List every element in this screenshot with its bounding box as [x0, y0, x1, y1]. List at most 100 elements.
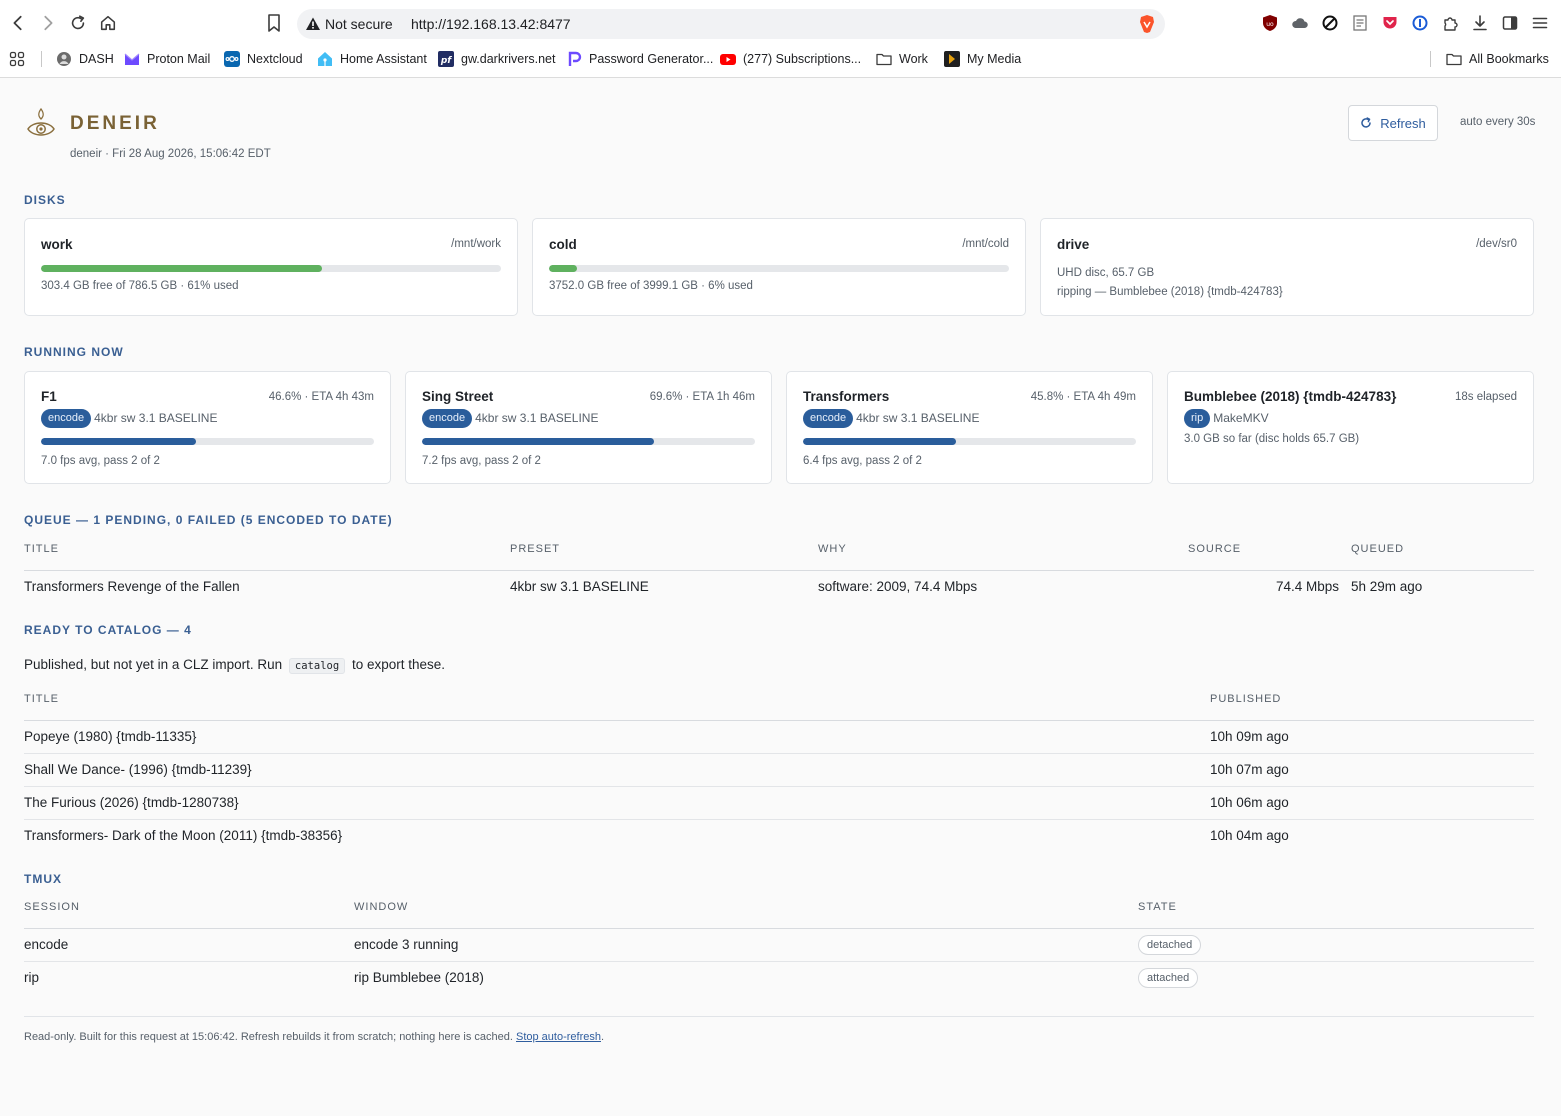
- job-progress-fill: [422, 438, 654, 445]
- table-header-row: SESSION WINDOW STATE: [24, 900, 1534, 929]
- bookmark-work-folder[interactable]: Work: [876, 50, 928, 68]
- disk-name: drive: [1057, 237, 1090, 252]
- catalog-published: 10h 07m ago: [1210, 753, 1534, 787]
- reader-extension-icon[interactable]: [1351, 14, 1369, 32]
- menu-hamburger-icon[interactable]: [1531, 14, 1549, 32]
- bookmark-proton-mail[interactable]: Proton Mail: [124, 50, 210, 68]
- job-type-badge: encode: [422, 408, 473, 428]
- table-row: Shall We Dance- (1996) {tmdb-11239} 10h …: [24, 753, 1534, 787]
- job-title: Transformers: [803, 389, 890, 404]
- tmux-window: rip Bumblebee (2018): [354, 970, 484, 986]
- table-header-row: TITLE PUBLISHED: [24, 692, 1534, 721]
- bookmark-gateway[interactable]: pf gw.darkrivers.net: [438, 50, 555, 68]
- disk-usage-bar: [41, 265, 501, 272]
- bookmark-youtube[interactable]: (277) Subscriptions...: [720, 50, 861, 68]
- catalog-published: 10h 09m ago: [1210, 720, 1534, 754]
- bookmark-dash[interactable]: DASH: [56, 50, 114, 68]
- warning-icon[interactable]: [305, 16, 321, 32]
- job-progress-bar: [803, 438, 1136, 445]
- catalog-title: The Furious (2026) {tmdb-1280738}: [24, 786, 1210, 820]
- all-bookmarks-button[interactable]: All Bookmarks: [1446, 50, 1549, 68]
- password-generator-icon: [568, 51, 582, 66]
- queue-why: software: 2009, 74.4 Mbps: [818, 579, 978, 595]
- footer-end: .: [601, 1031, 605, 1043]
- apps-grid-button[interactable]: [9, 50, 32, 68]
- pocket-extension-icon[interactable]: [1381, 14, 1399, 32]
- catalog-title: Shall We Dance- (1996) {tmdb-11239}: [24, 753, 1210, 787]
- bookmarks-bar: DASH Proton Mail Nextcloud Home Assistan…: [0, 46, 1561, 72]
- disk-name: cold: [549, 237, 577, 252]
- block-extension-icon[interactable]: [1321, 14, 1339, 32]
- bookmark-label: DASH: [79, 52, 114, 66]
- job-progress-fill: [803, 438, 956, 445]
- catalog-title: Popeye (1980) {tmdb-11335}: [24, 720, 1210, 754]
- disk-path: /mnt/cold: [962, 238, 1009, 250]
- bookmark-password-generator[interactable]: Password Generator...: [566, 50, 713, 68]
- tmux-window: encode 3 running: [354, 928, 1138, 962]
- queue-heading: QUEUE — 1 PENDING, 0 FAILED (5 ENCODED T…: [24, 513, 393, 527]
- extensions-puzzle-icon[interactable]: [1441, 14, 1459, 32]
- browser-chrome: Not secure http://192.168.13.42:8477 uo …: [0, 0, 1561, 78]
- all-bookmarks-label: All Bookmarks: [1469, 52, 1549, 66]
- bookmark-label: Nextcloud: [247, 52, 303, 66]
- nextcloud-icon: [224, 51, 240, 67]
- disk-card-work: work /mnt/work 303.4 GB free of 786.5 GB…: [24, 218, 518, 316]
- url-text[interactable]: http://192.168.13.42:8477: [411, 16, 571, 32]
- brave-shields-icon[interactable]: [1137, 14, 1157, 34]
- address-bar[interactable]: Not secure http://192.168.13.42:8477: [297, 9, 1165, 39]
- column-header: PRESET: [510, 542, 818, 571]
- job-progress-fill: [41, 438, 197, 445]
- job-detail: 4kbr sw 3.1 BASELINE: [856, 411, 980, 425]
- bookmark-nextcloud[interactable]: Nextcloud: [224, 50, 303, 68]
- column-header: PUBLISHED: [1210, 692, 1534, 721]
- job-detail: MakeMKV: [1213, 411, 1269, 425]
- bookmark-label: Work: [899, 52, 928, 66]
- forward-button[interactable]: [36, 11, 60, 35]
- disks-heading: DISKS: [24, 193, 66, 207]
- job-card: Transformers 45.8% · ETA 4h 49m encode 4k…: [786, 371, 1153, 484]
- state-badge: attached: [1138, 967, 1199, 988]
- home-button[interactable]: [96, 11, 120, 35]
- onepassword-icon[interactable]: [1411, 14, 1429, 32]
- ublock-icon[interactable]: uo: [1261, 14, 1279, 32]
- disc-info: UHD disc, 65.7 GB: [1057, 267, 1155, 279]
- refresh-button[interactable]: Refresh: [1348, 105, 1438, 141]
- footer: Read-only. Built for this request at 15:…: [24, 1031, 604, 1043]
- job-status: 18s elapsed: [1454, 391, 1517, 403]
- column-header: WINDOW: [354, 900, 1138, 929]
- table-header-row: TITLE PRESET WHY SOURCE QUEUED: [24, 542, 1534, 571]
- job-meta: 7.0 fps avg, pass 2 of 2: [41, 455, 160, 467]
- disk-path: /mnt/work: [451, 238, 501, 250]
- security-label[interactable]: Not secure: [325, 16, 393, 32]
- downloads-icon[interactable]: [1471, 14, 1489, 32]
- catalog-command: catalog: [288, 658, 346, 674]
- job-progress-bar: [41, 438, 374, 445]
- sidebar-toggle-icon[interactable]: [1501, 14, 1519, 32]
- back-button[interactable]: [6, 11, 30, 35]
- auto-refresh-note: auto every 30s: [1460, 116, 1536, 128]
- stop-auto-refresh-link[interactable]: Stop auto-refresh: [516, 1031, 601, 1043]
- queue-preset: 4kbr sw 3.1 BASELINE: [510, 579, 649, 595]
- tmux-table: SESSION WINDOW STATE encode encode 3 run…: [24, 900, 1534, 994]
- bookmark-home-assistant[interactable]: Home Assistant: [317, 50, 427, 68]
- job-meta: 3.0 GB so far (disc holds 65.7 GB): [1184, 433, 1360, 445]
- bookmark-my-media[interactable]: My Media: [944, 50, 1021, 68]
- bookmark-label: Password Generator...: [589, 52, 714, 66]
- table-row: Transformers- Dark of the Moon (2011) {t…: [24, 819, 1534, 852]
- job-meta: 6.4 fps avg, pass 2 of 2: [803, 455, 922, 467]
- state-badge: detached: [1138, 934, 1202, 955]
- tmux-heading: TMUX: [24, 872, 62, 886]
- running-heading: RUNNING NOW: [24, 345, 124, 359]
- reload-button[interactable]: [66, 11, 90, 35]
- pfsense-icon: pf: [438, 51, 454, 67]
- apps-grid-icon: [9, 51, 25, 67]
- column-header: SESSION: [24, 900, 354, 929]
- back-arrow-icon: [13, 15, 22, 31]
- bookmark-label: Proton Mail: [147, 52, 211, 66]
- bookmark-page-icon[interactable]: [265, 13, 283, 33]
- refresh-label: Refresh: [1380, 115, 1426, 131]
- cloud-extension-icon[interactable]: [1291, 14, 1309, 32]
- job-type-badge: rip: [1184, 408, 1211, 428]
- youtube-icon: [720, 54, 736, 65]
- bookmark-label: My Media: [967, 52, 1022, 66]
